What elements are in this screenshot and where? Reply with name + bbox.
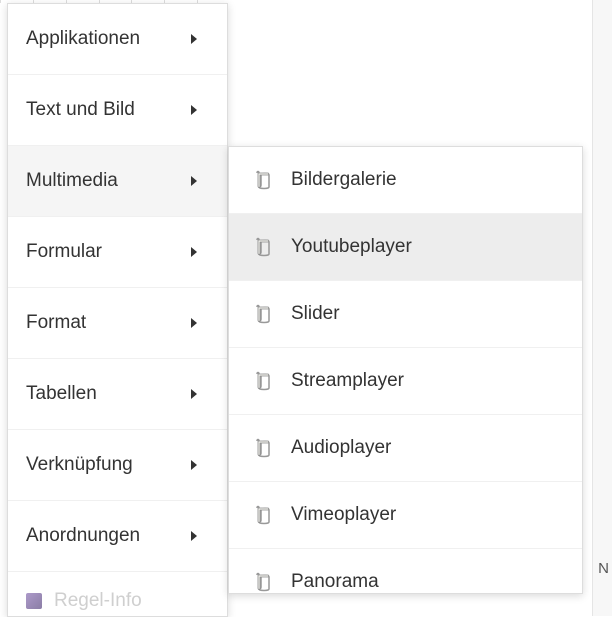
menu-item-label: Applikationen [26,28,140,50]
menu-item-label: Multimedia [26,170,118,192]
sub-item-panorama[interactable]: Panorama [229,549,582,593]
sub-item-label: Streamplayer [291,370,404,392]
script-icon [253,438,273,458]
menu-item-verknuepfung[interactable]: Verknüpfung [8,430,227,501]
sub-item-slider[interactable]: Slider [229,281,582,348]
menu-item-formular[interactable]: Formular [8,217,227,288]
sub-menu-multimedia: Bildergalerie Youtubeplayer Slider Strea… [228,146,583,594]
menu-item-label: Text und Bild [26,99,135,121]
sub-item-label: Slider [291,303,340,325]
menu-item-text-und-bild[interactable]: Text und Bild [8,75,227,146]
menu-item-label: Verknüpfung [26,454,133,476]
menu-item-label: Format [26,312,86,334]
sub-item-bildergalerie[interactable]: Bildergalerie [229,147,582,214]
menu-item-anordnungen[interactable]: Anordnungen [8,501,227,572]
sub-item-label: Youtubeplayer [291,236,412,258]
menu-item-label: Tabellen [26,383,97,405]
sub-item-label: Vimeoplayer [291,504,396,526]
menu-item-format[interactable]: Format [8,288,227,359]
chevron-right-icon [191,389,197,399]
menu-item-label: Formular [26,241,102,263]
sub-item-audioplayer[interactable]: Audioplayer [229,415,582,482]
menu-item-regel-info[interactable]: Regel-Info [8,572,227,616]
script-icon [253,371,273,391]
menu-item-tabellen[interactable]: Tabellen [8,359,227,430]
menu-item-label: Regel-Info [54,590,142,612]
chevron-right-icon [191,460,197,470]
sub-item-label: Bildergalerie [291,169,397,191]
chevron-right-icon [191,531,197,541]
script-icon [253,304,273,324]
chevron-right-icon [191,176,197,186]
script-icon [253,505,273,525]
menu-item-applikationen[interactable]: Applikationen [8,4,227,75]
background-text-fragment: N [598,560,610,577]
sub-item-label: Audioplayer [291,437,391,459]
script-icon [253,170,273,190]
background-panel [592,0,612,616]
chevron-right-icon [191,105,197,115]
info-icon [26,593,42,609]
sub-item-youtubeplayer[interactable]: Youtubeplayer [229,214,582,281]
menu-item-multimedia[interactable]: Multimedia [8,146,227,217]
sub-item-streamplayer[interactable]: Streamplayer [229,348,582,415]
script-icon [253,237,273,257]
menu-item-label: Anordnungen [26,525,140,547]
chevron-right-icon [191,247,197,257]
script-icon [253,572,273,592]
chevron-right-icon [191,318,197,328]
chevron-right-icon [191,34,197,44]
sub-item-vimeoplayer[interactable]: Vimeoplayer [229,482,582,549]
main-menu: Applikationen Text und Bild Multimedia F… [7,3,228,617]
sub-item-label: Panorama [291,571,379,593]
